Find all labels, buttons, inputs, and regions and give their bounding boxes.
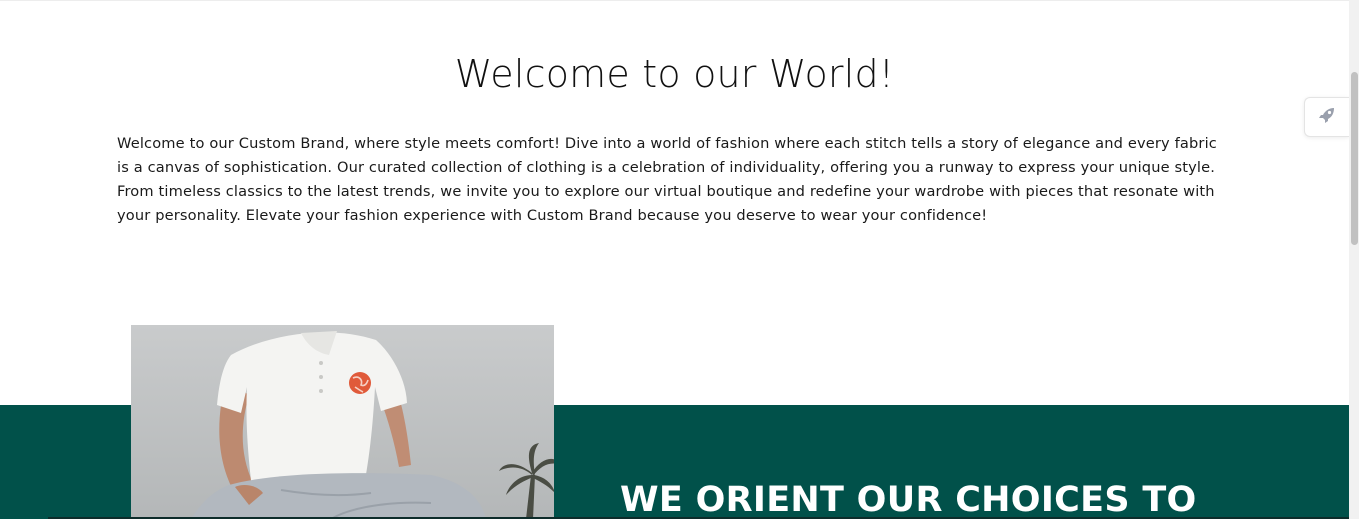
welcome-title: Welcome to our World! [454, 52, 895, 96]
feature-heading: WE ORIENT OUR CHOICES TO [620, 480, 1197, 519]
page: Welcome to our World! Welcome to our Cus… [0, 0, 1359, 519]
top-divider [0, 0, 1349, 1]
welcome-paragraph: Welcome to our Custom Brand, where style… [117, 135, 1217, 224]
scrollbar-thumb[interactable] [1351, 72, 1358, 245]
rocket-icon [1317, 105, 1337, 129]
rocket-button[interactable] [1304, 97, 1349, 137]
model-photo [131, 325, 554, 519]
